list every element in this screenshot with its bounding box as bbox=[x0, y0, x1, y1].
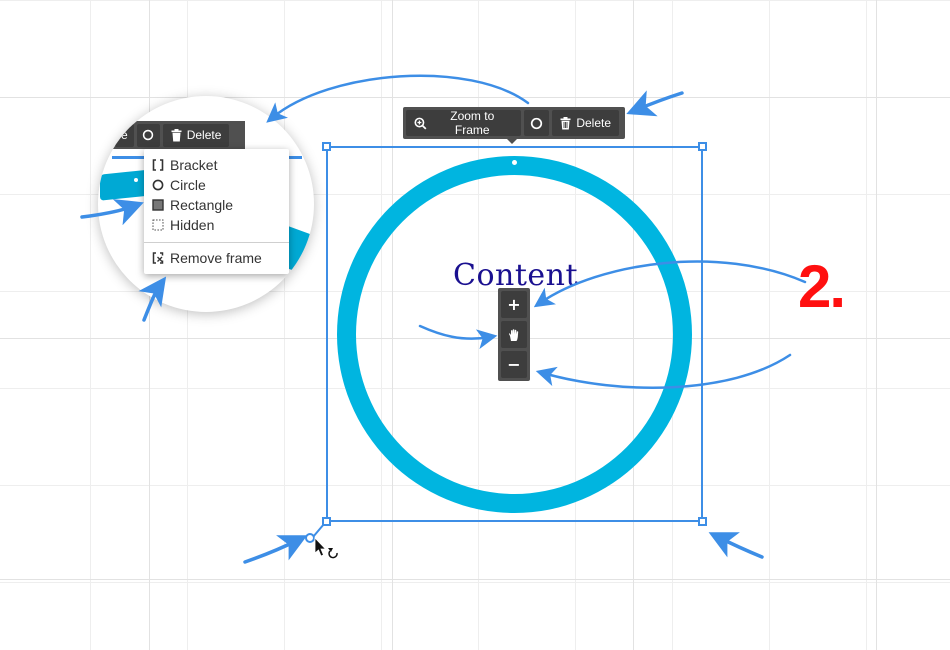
step-number-label: 2. bbox=[798, 253, 846, 320]
rotate-icon bbox=[328, 550, 338, 559]
annotation-arrows bbox=[80, 74, 807, 564]
rotate-handle-stem bbox=[312, 523, 325, 538]
rotate-icon-arrowhead bbox=[328, 548, 333, 552]
rotate-handle[interactable] bbox=[305, 533, 315, 543]
arrow-to-ring-zoom bbox=[80, 199, 144, 226]
arrow-to-zoom-out bbox=[535, 353, 792, 389]
arrow-to-rotate-handle bbox=[243, 535, 308, 564]
arrow-to-pan bbox=[418, 324, 498, 350]
arrow-to-magnifier bbox=[266, 74, 530, 123]
arrow-to-menu bbox=[138, 276, 167, 322]
arrow-to-toolbar bbox=[626, 90, 684, 117]
cursor-icon bbox=[314, 537, 327, 557]
arrow-to-zoom-in bbox=[533, 260, 807, 308]
arrow-to-corner-handle bbox=[708, 532, 764, 559]
